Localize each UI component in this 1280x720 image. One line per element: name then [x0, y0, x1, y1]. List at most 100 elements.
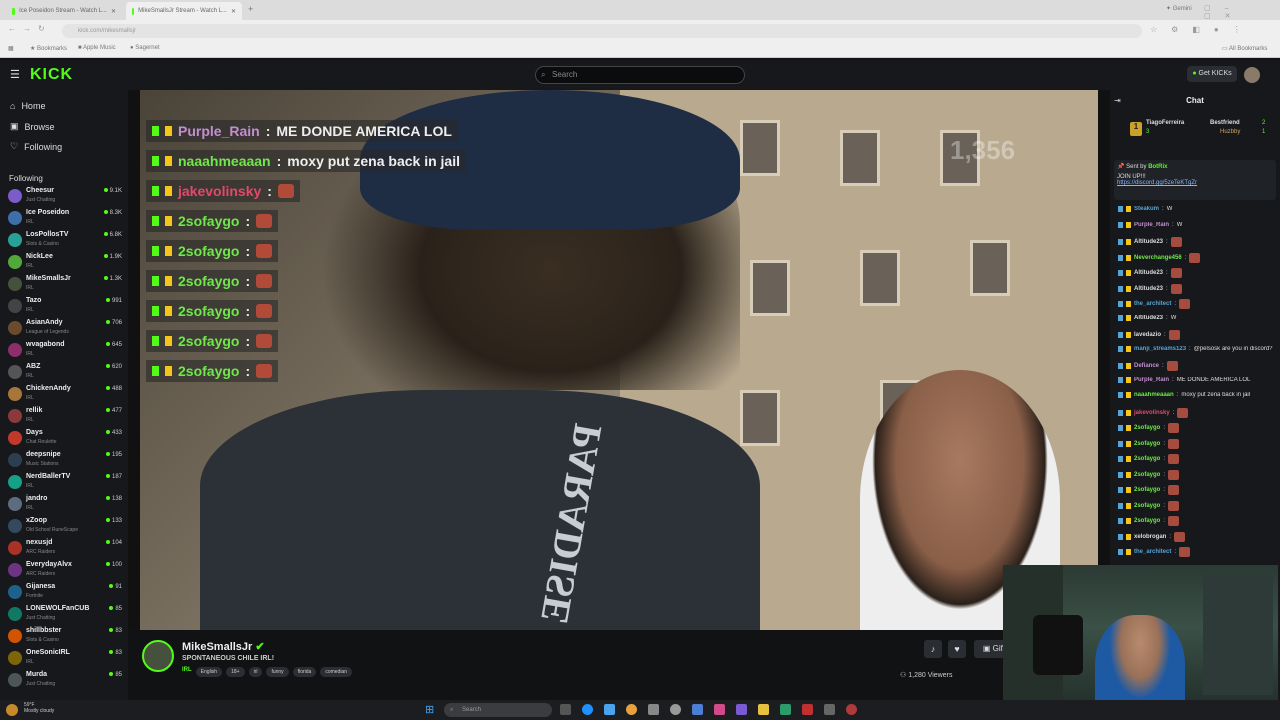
- app-icon[interactable]: [824, 704, 835, 715]
- chat-username[interactable]: manji_streams123: [1134, 346, 1186, 352]
- nav-home[interactable]: ⌂ Home: [10, 101, 45, 111]
- kick-logo[interactable]: KICK: [30, 66, 73, 84]
- tag[interactable]: 18+: [226, 667, 245, 677]
- chat-username[interactable]: jakevolinsky: [1134, 410, 1170, 416]
- chat-message[interactable]: Purple_Rain: W: [1118, 221, 1278, 228]
- sidebar-channel[interactable]: wvagabond IRL 645: [8, 340, 122, 362]
- video-player[interactable]: PARADISE 1,356 Purple_Rain: ME DONDE AMER…: [140, 90, 1098, 630]
- category-link[interactable]: IRL: [182, 667, 192, 677]
- notification-bell-icon[interactable]: ♪: [924, 640, 942, 658]
- bookmark-item[interactable]: ★ Bookmarks: [30, 45, 67, 52]
- folder-icon[interactable]: [758, 704, 769, 715]
- app-icon[interactable]: [714, 704, 725, 715]
- chat-username[interactable]: 2sofaygo: [1134, 441, 1160, 447]
- tag[interactable]: irl: [248, 667, 263, 677]
- app-icon[interactable]: [670, 704, 681, 715]
- sidebar-channel[interactable]: Tazo IRL 991: [8, 296, 122, 318]
- chat-message[interactable]: Neverchange456:: [1118, 252, 1278, 263]
- pinned-link[interactable]: https://discord.gg/5zeTeKTgZr: [1117, 180, 1273, 186]
- chat-username[interactable]: lavedazio: [1134, 332, 1161, 338]
- nav-following[interactable]: ♡ Following: [10, 141, 62, 152]
- sidebar-channel[interactable]: Gijanesa Fortnite 91: [8, 582, 122, 604]
- close-icon[interactable]: ✕: [231, 8, 236, 15]
- chat-message[interactable]: 2sofaygo:: [1118, 438, 1278, 449]
- apps-icon[interactable]: ▦: [8, 45, 14, 52]
- streamer-avatar[interactable]: [142, 640, 174, 672]
- chat-username[interactable]: the_architect: [1134, 549, 1171, 555]
- task-view-icon[interactable]: [560, 704, 571, 715]
- sidebar-channel[interactable]: NickLee IRL 1.9K: [8, 252, 122, 274]
- get-kicks-button[interactable]: ● Get KICKs: [1187, 66, 1237, 82]
- chat-message[interactable]: the_architect:: [1118, 299, 1278, 309]
- chat-username[interactable]: Altitude23: [1134, 239, 1163, 245]
- start-icon[interactable]: ⊞: [425, 703, 434, 716]
- nav-browse[interactable]: ▣ Browse: [10, 121, 55, 132]
- tag[interactable]: comedian: [320, 667, 352, 677]
- edge-icon[interactable]: [582, 704, 593, 715]
- chat-message[interactable]: xelobrogan:: [1118, 531, 1278, 542]
- chat-username[interactable]: Steakum: [1134, 206, 1159, 212]
- user-avatar[interactable]: [1244, 67, 1260, 83]
- chat-message[interactable]: 2sofaygo:: [1118, 469, 1278, 480]
- store-icon[interactable]: [604, 704, 615, 715]
- chat-username[interactable]: Altitude23: [1134, 286, 1163, 292]
- tag[interactable]: English: [195, 667, 223, 677]
- browser-tab-1[interactable]: Ice Poseidon Stream - Watch L... ✕: [6, 2, 122, 20]
- sidebar-channel[interactable]: jandro IRL 138: [8, 494, 122, 516]
- chat-username[interactable]: xelobrogan: [1134, 534, 1166, 540]
- sidebar-channel[interactable]: rellik IRL 477: [8, 406, 122, 428]
- chat-username[interactable]: Purple_Rain: [1134, 377, 1169, 383]
- sidebar-channel[interactable]: deepsnipe Music Stations 195: [8, 450, 122, 472]
- sidebar-channel[interactable]: Cheesur Just Chatting 9.1K: [8, 186, 122, 208]
- browser-tab-2[interactable]: MikeSmallsJr Stream - Watch L... ✕: [126, 2, 242, 20]
- chat-message[interactable]: Steakum: W: [1118, 206, 1278, 212]
- chat-username[interactable]: Altitude23: [1134, 270, 1163, 276]
- url-bar[interactable]: kick.com/mikesmallsjr: [62, 24, 1142, 38]
- app-icon[interactable]: [802, 704, 813, 715]
- streamer-name[interactable]: MikeSmallsJr ✔: [182, 640, 265, 653]
- sidebar-channel[interactable]: MikeSmallsJr IRL 1.3K: [8, 274, 122, 296]
- chat-username[interactable]: 2sofaygo: [1134, 456, 1160, 462]
- sidebar-channel[interactable]: LosPollosTV Slots & Casino 6.8K: [8, 230, 122, 252]
- chat-message[interactable]: lavedazio:: [1118, 330, 1278, 340]
- all-bookmarks[interactable]: ▭ All Bookmarks: [1222, 45, 1267, 52]
- chat-message[interactable]: Altitude23:: [1118, 283, 1278, 294]
- chat-username[interactable]: 2sofaygo: [1134, 425, 1160, 431]
- chat-username[interactable]: the_architect: [1134, 301, 1171, 307]
- sidebar-channel[interactable]: Days Chat Roulette 433: [8, 428, 122, 450]
- sidebar-channel[interactable]: Murda Just Chatting 85: [8, 670, 122, 692]
- weather-widget[interactable]: 59°F Mostly cloudy: [24, 702, 54, 714]
- nav-buttons[interactable]: ←→↻: [8, 24, 52, 33]
- gemini-button[interactable]: ✦ Gemini: [1166, 5, 1192, 12]
- sidebar-channel[interactable]: EverydayAlvx ARC Raiders 100: [8, 560, 122, 582]
- app-icon[interactable]: [846, 704, 857, 715]
- chat-message[interactable]: 2sofaygo:: [1118, 454, 1278, 464]
- sidebar-channel[interactable]: NerdBallerTV IRL 187: [8, 472, 122, 494]
- sidebar-channel[interactable]: ABZ IRL 620: [8, 362, 122, 384]
- tag[interactable]: funny: [266, 667, 289, 677]
- chat-username[interactable]: 2sofaygo: [1134, 503, 1160, 509]
- chat-message[interactable]: 2sofaygo:: [1118, 485, 1278, 495]
- chat-message[interactable]: 2sofaygo:: [1118, 500, 1278, 511]
- sidebar-channel[interactable]: nexusjd ARC Raiders 104: [8, 538, 122, 560]
- chat-username[interactable]: 2sofaygo: [1134, 472, 1160, 478]
- chat-message[interactable]: jakevolinsky:: [1118, 407, 1278, 418]
- taskbar-search[interactable]: ⌕ Search: [444, 703, 552, 717]
- app-icon[interactable]: [648, 704, 659, 715]
- chat-message[interactable]: Altitude23: W: [1118, 314, 1278, 321]
- app-icon[interactable]: [780, 704, 791, 715]
- bookmark-item[interactable]: ■ Apple Music: [78, 45, 116, 51]
- chat-message[interactable]: Purple_Rain: ME DONDE AMERICA LOL: [1118, 376, 1278, 383]
- search-input[interactable]: ⌕ Search: [535, 66, 745, 84]
- sidebar-channel[interactable]: AsianAndy League of Legends 706: [8, 318, 122, 340]
- chat-username[interactable]: naaahmeaaan: [1134, 392, 1174, 398]
- sidebar-channel[interactable]: LONEWOLFanCUB Just Chatting 85: [8, 604, 122, 626]
- bookmark-item[interactable]: ● Sagernet: [130, 45, 160, 51]
- chat-username[interactable]: Neverchange456: [1134, 255, 1182, 261]
- browser-actions[interactable]: ☆⚙◧●⋮: [1150, 25, 1255, 34]
- sidebar-channel[interactable]: Ice Poseidon IRL 8.3K: [8, 208, 122, 230]
- chat-message[interactable]: Altitude23:: [1118, 268, 1278, 278]
- chat-message[interactable]: manji_streams123: @pelsosk are you in dis…: [1118, 345, 1278, 352]
- chat-username[interactable]: Purple_Rain: [1134, 222, 1169, 228]
- chrome-icon[interactable]: [626, 704, 637, 715]
